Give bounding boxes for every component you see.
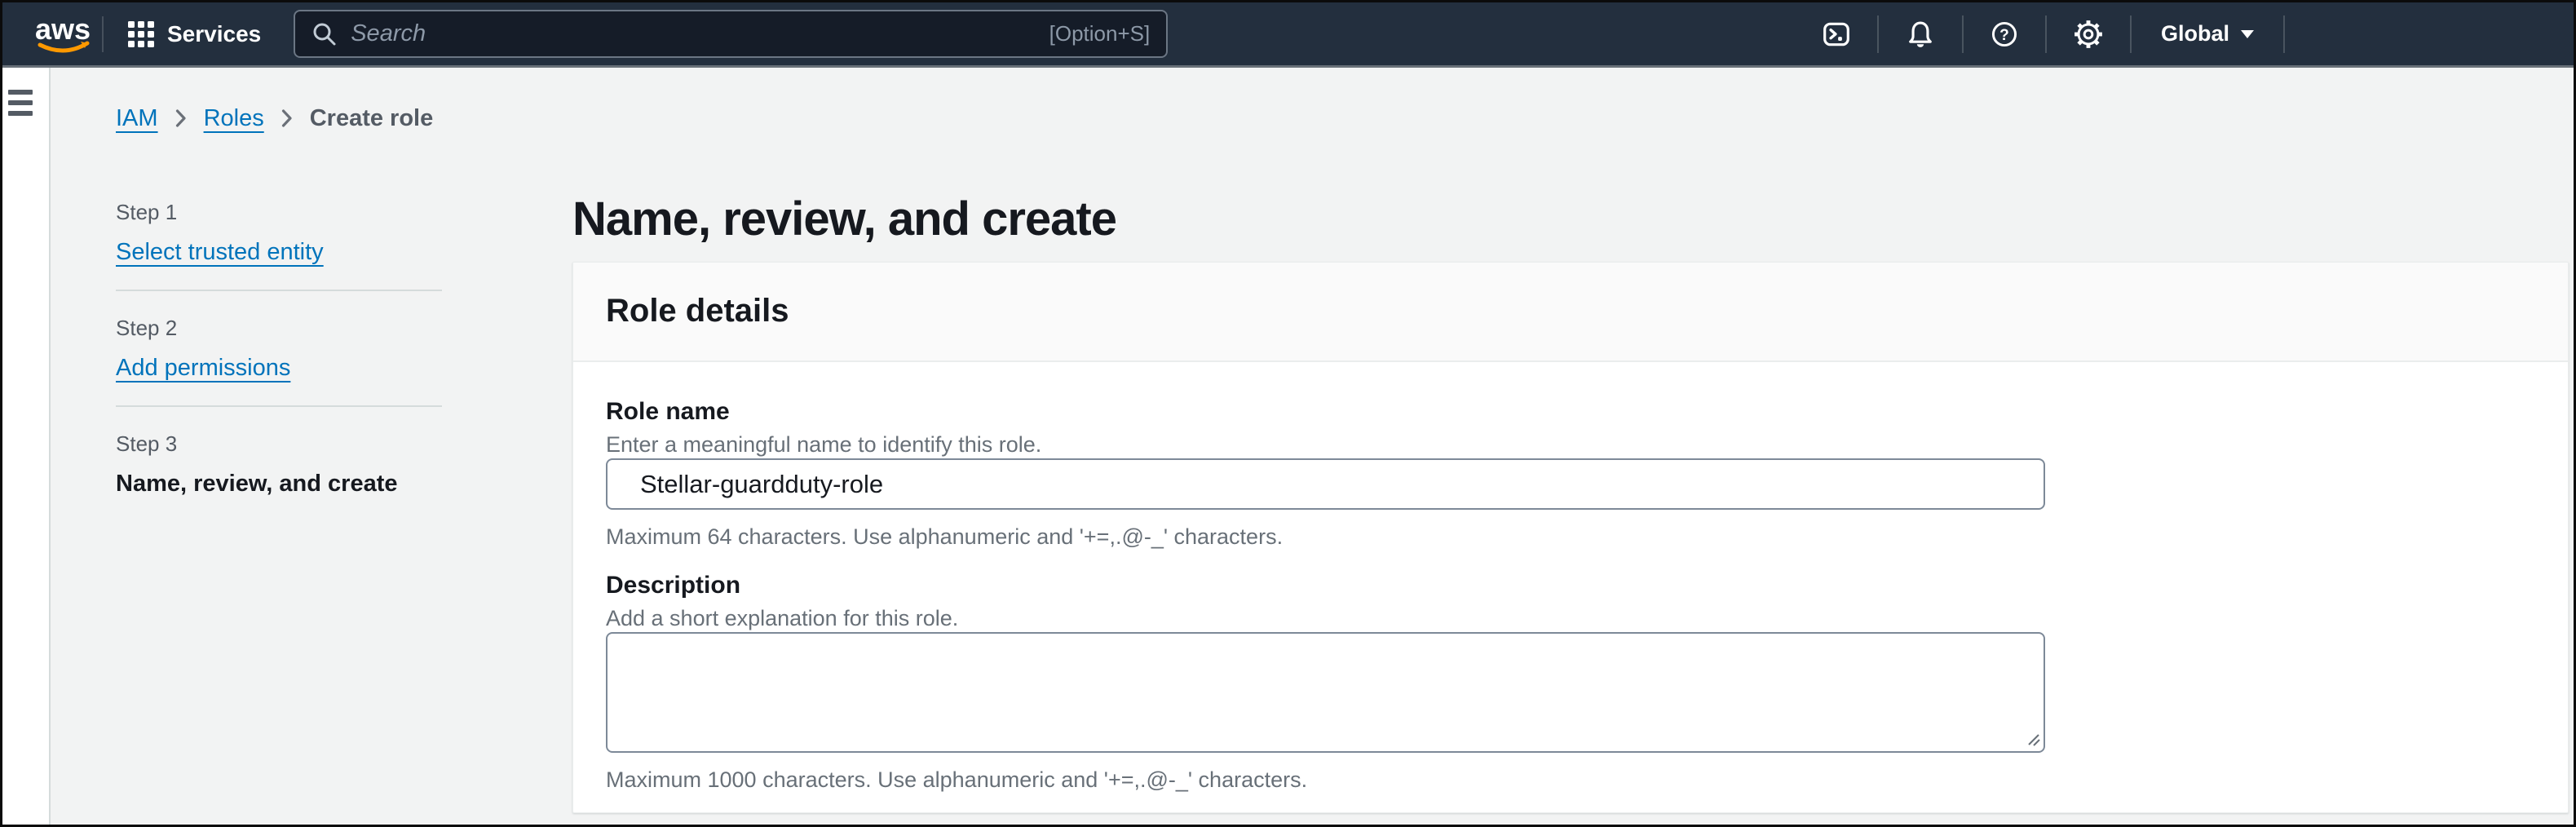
card-title: Role details [606,290,2535,331]
cloudshell-button[interactable] [1822,20,1851,49]
breadcrumb-link-roles[interactable]: Roles [204,104,264,133]
main-content-area: IAM Roles Create role Step 1 Select trus… [51,68,2574,825]
top-navigation-bar: aws Services Search [Option+S] [2,2,2574,68]
topbar-divider [102,16,104,52]
terminal-icon [1822,20,1851,49]
breadcrumb-link-iam[interactable]: IAM [116,104,158,133]
svg-text:aws: aws [35,13,91,46]
step-link-select-trusted-entity[interactable]: Select trusted entity [116,237,324,267]
question-mark-icon: ? [1990,20,2019,49]
page-title: Name, review, and create [572,192,2569,247]
notifications-button[interactable] [1905,19,1936,50]
aws-logo[interactable]: aws [33,13,97,55]
topbar-separator [2045,15,2047,53]
role-name-field-group: Role name Enter a meaningful name to ide… [606,396,2535,551]
resize-handle-icon[interactable] [2026,732,2041,747]
wizard-step-1: Step 1 Select trusted entity [116,198,442,291]
search-icon [312,21,338,47]
wizard-step-3: Step 3 Name, review, and create [116,430,442,521]
wizard-step-content: Name, review, and create Role details Ro… [572,192,2569,813]
services-menu-button[interactable]: Services [128,21,261,47]
role-name-input[interactable] [606,458,2045,510]
breadcrumb: IAM Roles Create role [116,104,2574,133]
wizard-steps-nav: Step 1 Select trusted entity Step 2 Add … [116,192,442,544]
chevron-down-icon [2241,30,2254,38]
region-selector[interactable]: Global [2161,21,2254,46]
description-label: Description [606,570,2535,601]
menu-toggle-button[interactable] [7,88,39,123]
topbar-utilities: ? [1796,15,2285,53]
card-body: Role name Enter a meaningful name to ide… [573,362,2568,813]
step-number-label: Step 1 [116,198,442,226]
hamburger-icon [8,90,33,95]
step-number-label: Step 2 [116,314,442,342]
settings-button[interactable] [2073,19,2104,50]
region-label: Global [2161,21,2229,46]
search-input[interactable]: Search [Option+S] [294,10,1168,58]
search-shortcut-hint: [Option+S] [1049,21,1151,46]
step-link-add-permissions[interactable]: Add permissions [116,353,290,383]
role-details-card: Role details Role name Enter a meaningfu… [572,262,2569,813]
search-placeholder: Search [351,20,426,47]
chevron-right-icon [175,108,187,128]
card-header: Role details [573,263,2568,362]
gear-icon [2073,19,2104,50]
page-body: IAM Roles Create role Step 1 Select trus… [2,68,2574,825]
chevron-right-icon [281,108,293,128]
role-name-label: Role name [606,396,2535,427]
help-button[interactable]: ? [1990,20,2019,49]
app-grid-icon [128,21,154,47]
bell-icon [1905,19,1936,50]
description-constraint-text: Maximum 1000 characters. Use alphanumeri… [606,766,2535,794]
aws-console-window: aws Services Search [Option+S] [0,0,2576,827]
topbar-separator [1962,15,1964,53]
topbar-separator [2283,15,2285,53]
wizard-step-2: Step 2 Add permissions [116,314,442,407]
description-field-group: Description Add a short explanation for … [606,570,2535,794]
svg-text:?: ? [1999,26,2009,43]
description-help-text: Add a short explanation for this role. [606,604,2535,632]
topbar-separator [2130,15,2132,53]
role-name-constraint-text: Maximum 64 characters. Use alphanumeric … [606,523,2535,551]
step-number-label: Step 3 [116,430,442,458]
topbar-separator [1877,15,1879,53]
breadcrumb-current: Create role [310,104,434,133]
services-label: Services [167,21,261,47]
aws-logo-icon: aws [33,13,97,55]
description-textarea[interactable] [606,632,2045,753]
step-current-title: Name, review, and create [116,469,398,498]
role-name-help-text: Enter a meaningful name to identify this… [606,431,2535,458]
collapsed-side-navigation [2,68,51,825]
